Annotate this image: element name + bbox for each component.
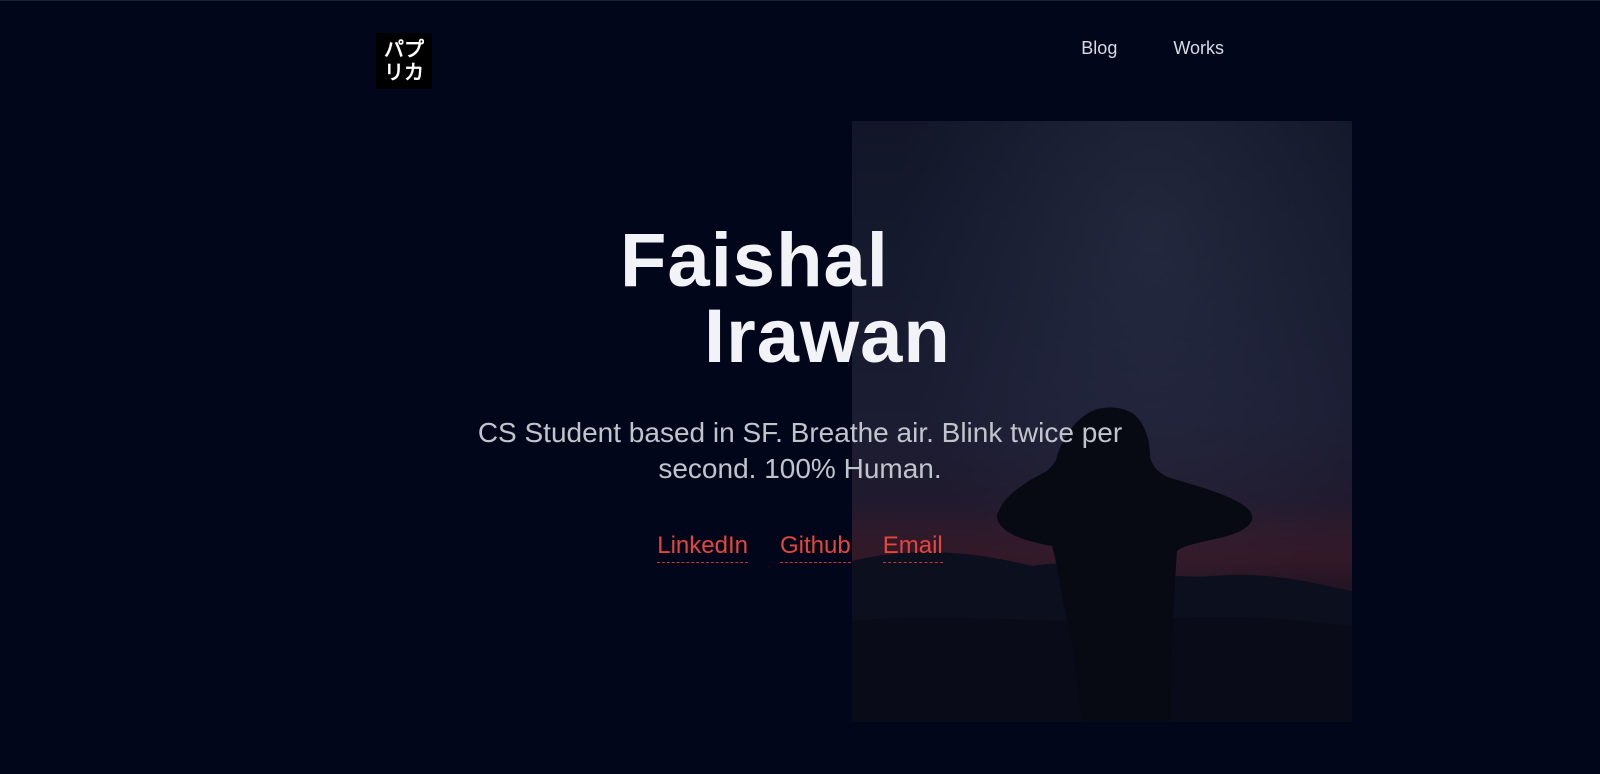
nav-link-works[interactable]: Works bbox=[1173, 37, 1224, 59]
social-links: LinkedIn Github Email bbox=[0, 531, 1600, 563]
logo-line-1: パプ bbox=[384, 37, 424, 61]
link-github[interactable]: Github bbox=[780, 531, 851, 563]
logo[interactable]: パプ リカ bbox=[376, 33, 432, 89]
hero-first-name: Faishal bbox=[620, 218, 889, 303]
logo-line-2: リカ bbox=[384, 60, 424, 84]
page: パプ リカ Blog Works Faishal Irawan CS Stude… bbox=[0, 0, 1600, 774]
link-email[interactable]: Email bbox=[882, 531, 943, 563]
hero-bio: CS Student based in SF. Breathe air. Bli… bbox=[477, 417, 1123, 484]
hero-name: Faishal Irawan bbox=[620, 223, 951, 375]
nav-link-blog[interactable]: Blog bbox=[1081, 37, 1117, 59]
hero-last-name: Irawan bbox=[704, 294, 951, 379]
link-linkedin[interactable]: LinkedIn bbox=[657, 531, 748, 563]
top-nav: Blog Works bbox=[1081, 37, 1224, 59]
